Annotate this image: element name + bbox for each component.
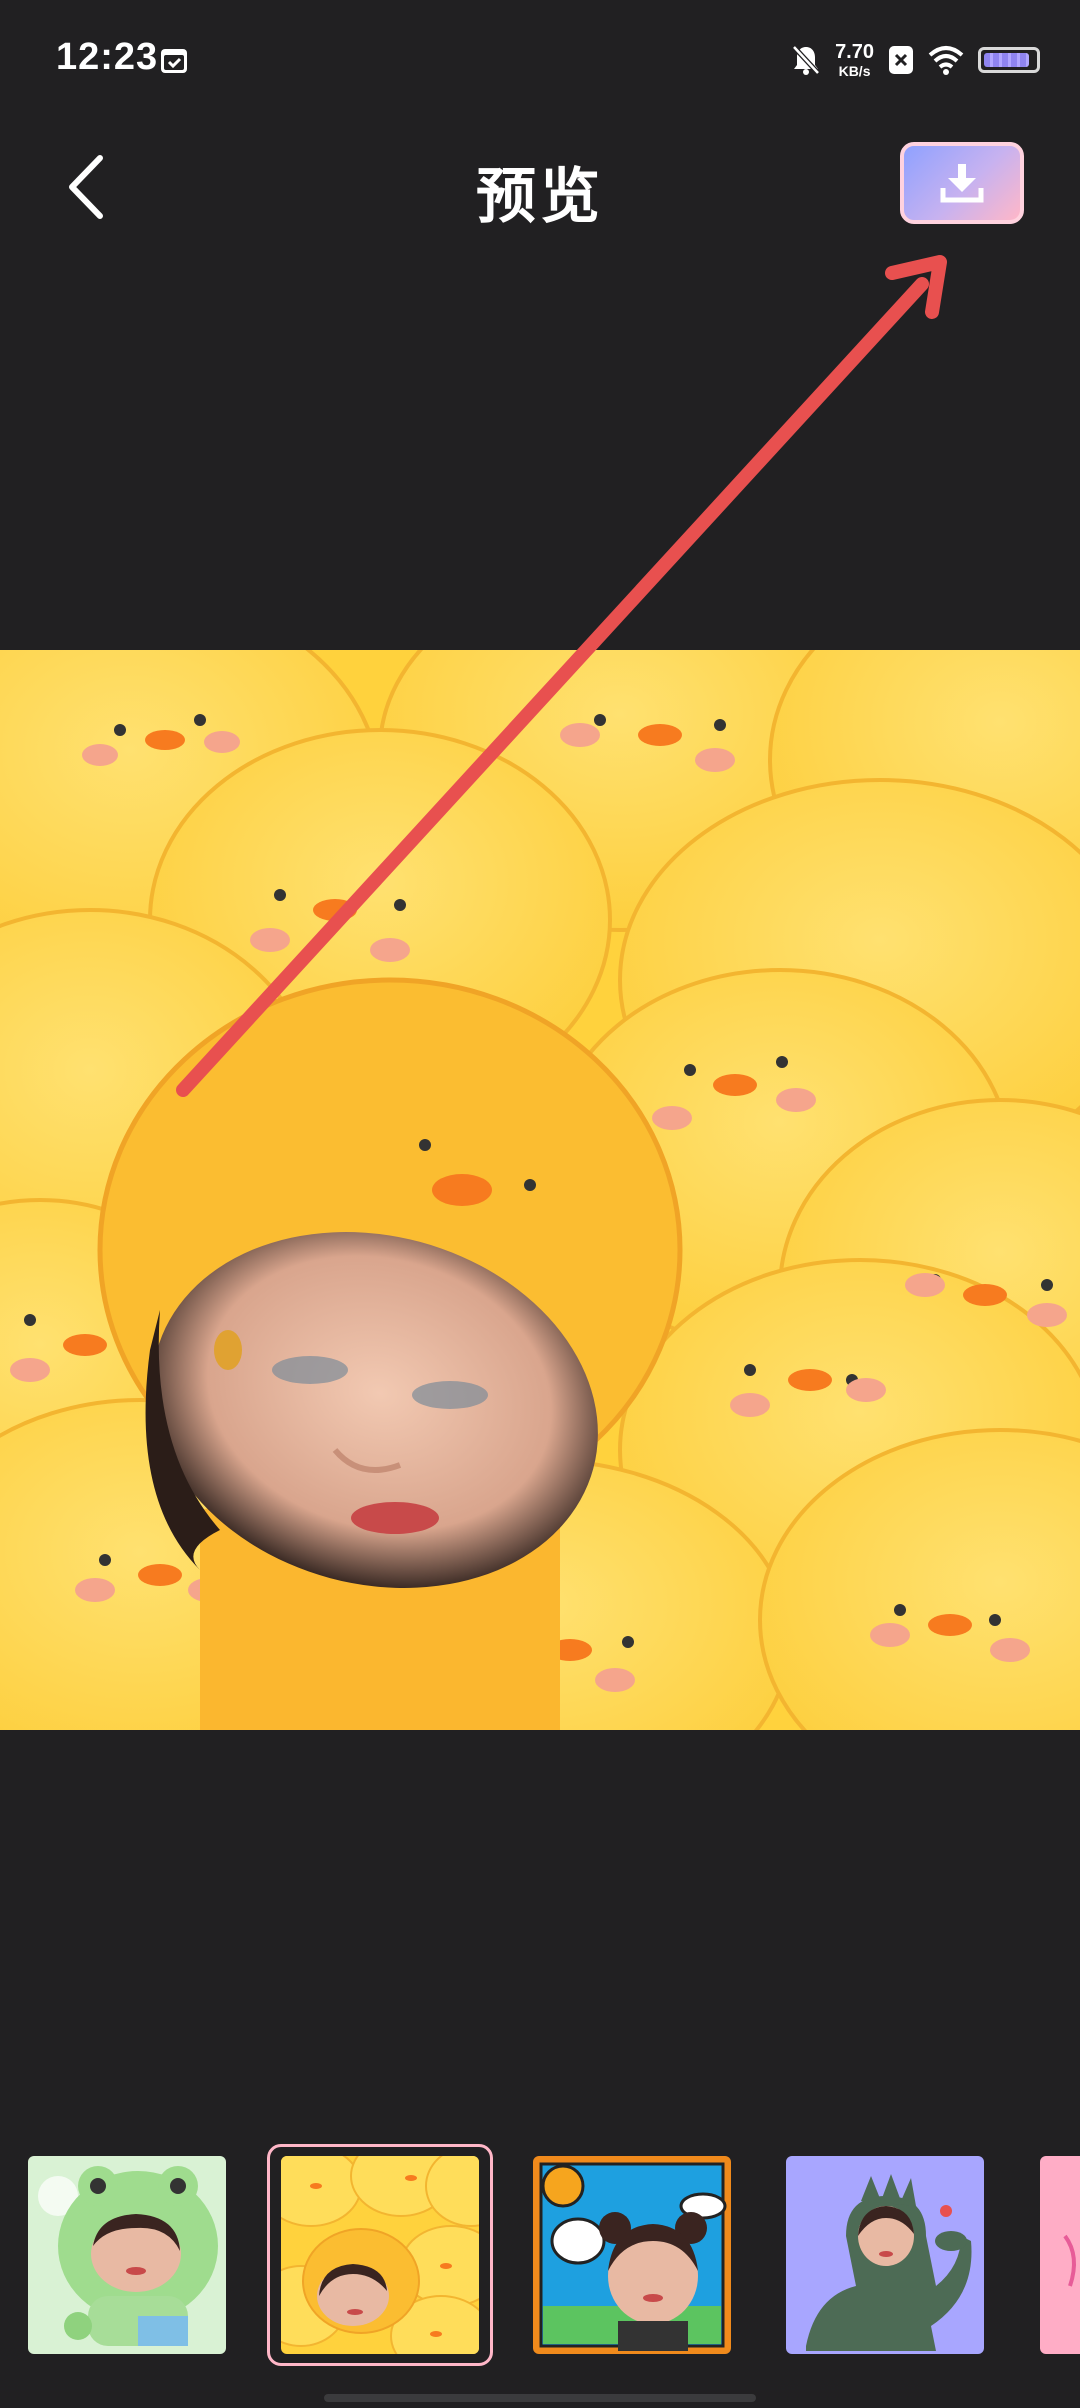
net-speed-value: 7.70 (835, 41, 874, 63)
bell-off-icon (792, 45, 820, 75)
template-thumb-green-dinosaur[interactable] (786, 2156, 984, 2354)
template-thumb-frog-hood[interactable] (28, 2156, 226, 2354)
wifi-icon (928, 46, 964, 75)
template-thumb-pink-partial[interactable] (1040, 2156, 1080, 2354)
home-indicator[interactable] (324, 2394, 756, 2402)
battery-fill (984, 53, 1029, 67)
template-thumb-cartoon-sky[interactable] (533, 2156, 731, 2354)
top-navigation: 预览 (0, 120, 1080, 250)
template-strip (0, 2140, 1080, 2366)
download-icon (940, 164, 984, 203)
network-speed: 7.70 KB/s (835, 42, 874, 78)
status-time: 12:23 (56, 36, 159, 78)
status-bar: 12:23 7.70 KB/s (0, 0, 1080, 120)
status-icons: 7.70 KB/s (791, 38, 1040, 82)
x-box-icon (889, 46, 913, 74)
net-speed-unit: KB/s (838, 63, 871, 79)
template-thumb-yellow-chicks[interactable] (281, 2156, 479, 2354)
chick-pattern-artwork (0, 650, 1080, 1730)
battery-icon (978, 47, 1040, 73)
preview-image (0, 650, 1080, 1730)
calendar-check-icon (161, 49, 187, 73)
download-button[interactable] (900, 142, 1024, 224)
